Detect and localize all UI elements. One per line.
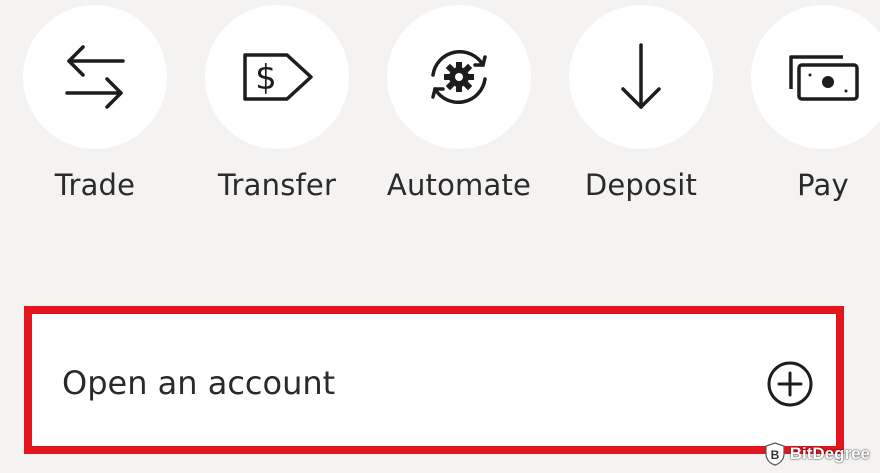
bills-icon (789, 55, 859, 101)
pay-action[interactable]: Pay (738, 0, 880, 220)
open-account-button[interactable]: Open an account (24, 306, 844, 454)
deposit-action[interactable]: Deposit (556, 0, 726, 220)
deposit-label: Deposit (584, 168, 698, 202)
transfer-label: Transfer (217, 168, 337, 202)
automate-action[interactable]: Automate (374, 0, 544, 220)
quick-actions-row: Trade $ Transfer Automate Deposit Pay (0, 0, 880, 230)
dollar-tag-icon: $ (243, 53, 313, 101)
bitdegree-watermark: B BitDegree (765, 441, 870, 467)
arrow-down-icon (621, 43, 661, 109)
pay-button[interactable] (751, 5, 880, 149)
gear-cycle-icon (431, 49, 487, 105)
trade-button[interactable] (23, 5, 167, 149)
watermark-text: BitDegree (789, 444, 870, 463)
plus-circle-icon[interactable] (766, 360, 814, 408)
automate-button[interactable] (387, 5, 531, 149)
open-account-label: Open an account (62, 364, 336, 402)
transfer-button[interactable]: $ (205, 5, 349, 149)
trade-action[interactable]: Trade (10, 0, 180, 220)
automate-label: Automate (386, 168, 532, 202)
svg-text:B: B (770, 448, 779, 462)
svg-text:$: $ (255, 58, 277, 98)
deposit-button[interactable] (569, 5, 713, 149)
transfer-action[interactable]: $ Transfer (192, 0, 362, 220)
pay-label: Pay (797, 168, 849, 202)
trade-label: Trade (54, 168, 136, 202)
bitdegree-shield-logo-icon: B (765, 442, 785, 466)
trade-arrows-icon (65, 45, 125, 109)
